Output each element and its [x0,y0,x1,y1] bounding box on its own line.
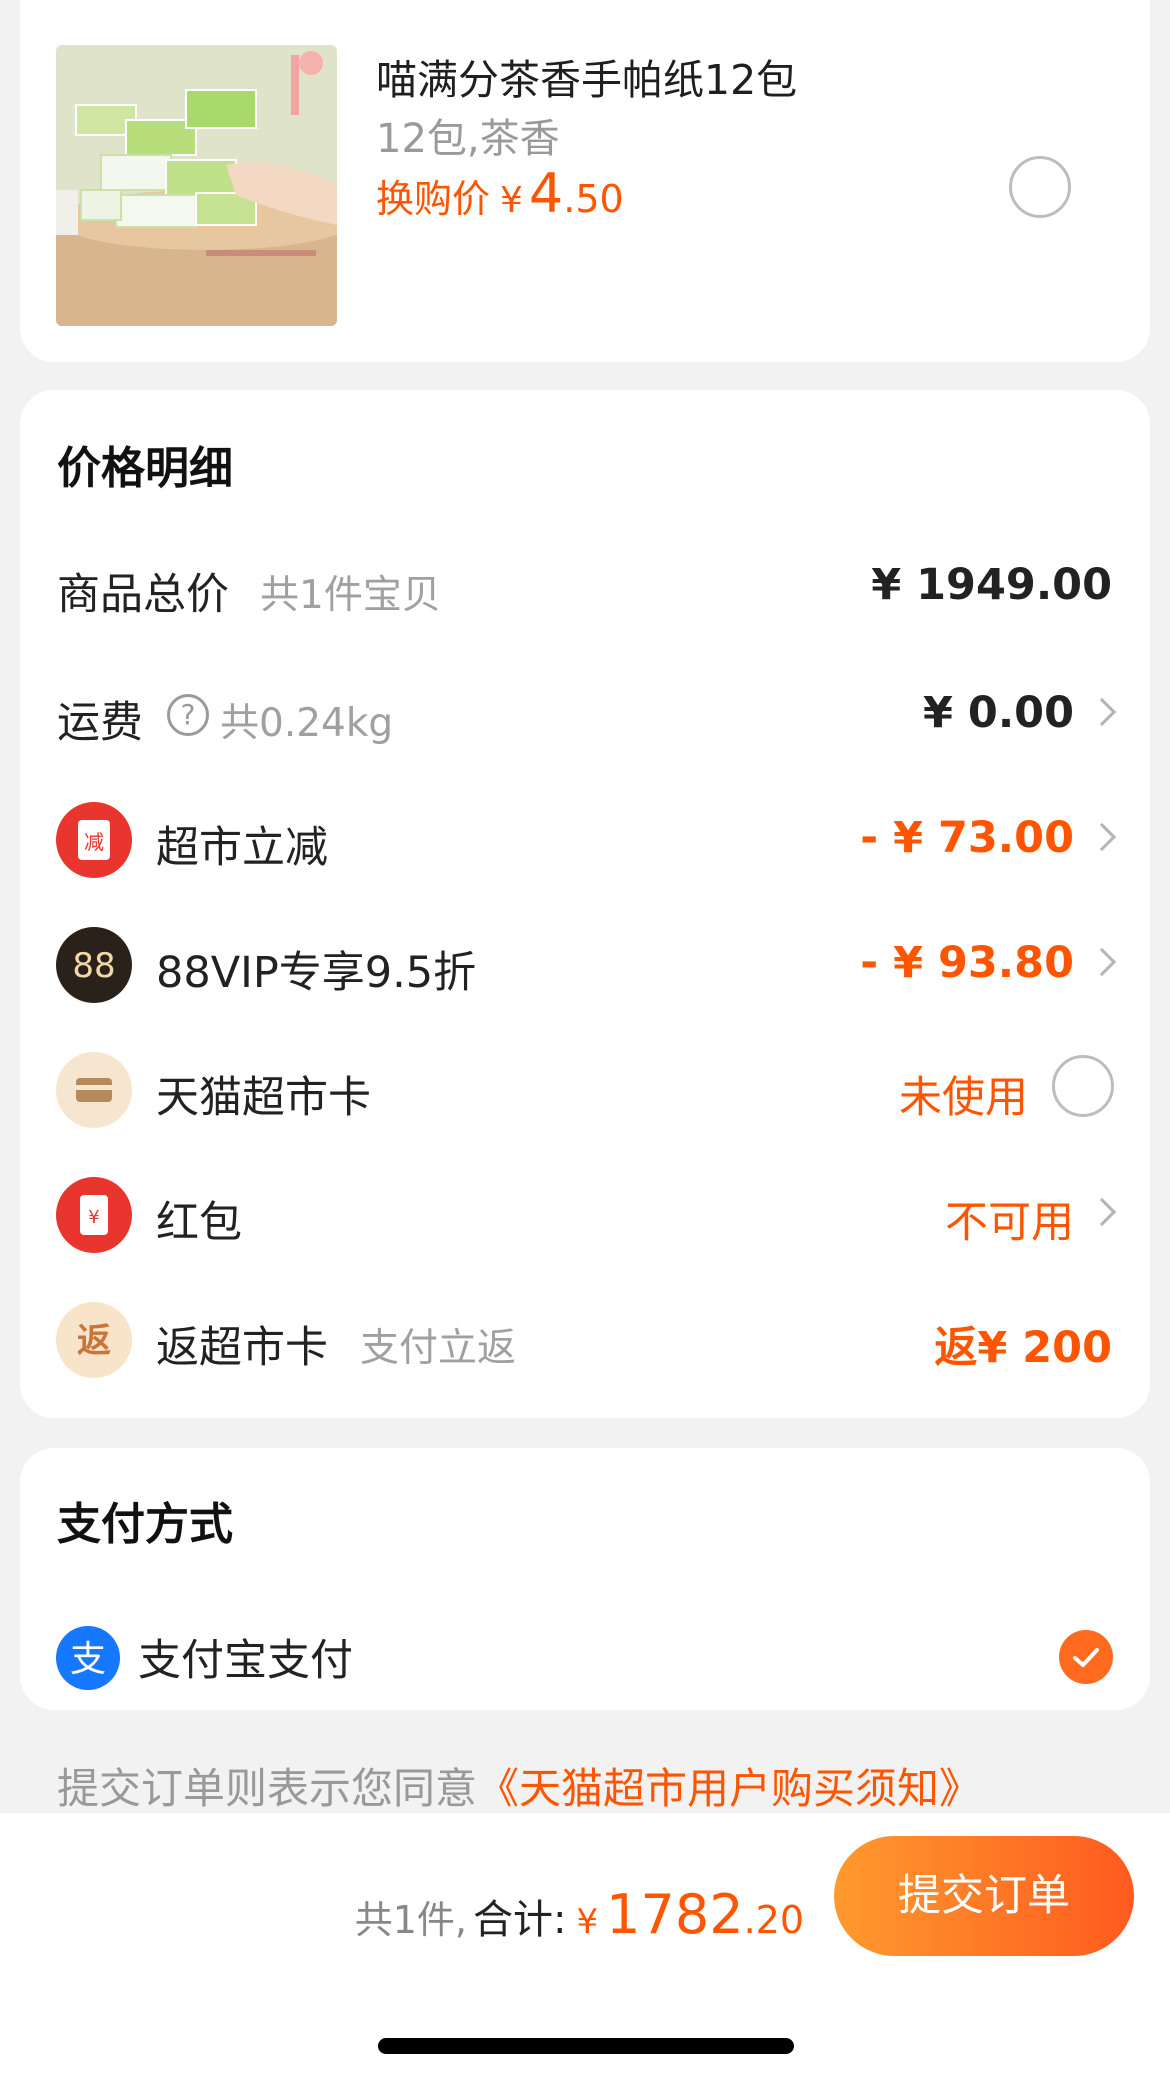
supermarket-card-status: 未使用 [899,1073,1028,1123]
rebate-icon: 返 [56,1302,132,1378]
svg-text:88: 88 [72,946,115,986]
supermarket-discount-row[interactable]: 减 超市立减 - ¥ 73.00 [20,795,1150,885]
chevron-right-icon[interactable] [1087,822,1117,852]
svg-text:返: 返 [77,1321,111,1361]
svg-text:减: 减 [84,830,104,854]
rebate-label: 返超市卡 [156,1323,328,1373]
product-image[interactable] [56,45,337,326]
discount-icon: 减 [56,802,132,878]
price-decimal: .50 [563,177,624,221]
price-integer: 4 [528,162,564,225]
checkmark-icon[interactable] [1059,1630,1113,1684]
agreement-prefix: 提交订单则表示您同意 [57,1764,478,1813]
shipping-label: 运费 [57,698,143,748]
alipay-label[interactable]: 支付宝支付 [138,1626,353,1688]
product-select-radio[interactable] [1009,156,1071,218]
currency-symbol: ¥ [576,1902,599,1942]
vip-discount-row[interactable]: 88 88VIP专享9.5折 - ¥ 93.80 [20,920,1150,1010]
rebate-row: 返 返超市卡 支付立返 返¥ 200 [20,1295,1150,1385]
subtotal-value: ¥ 1949.00 [871,560,1112,610]
88vip-icon: 88 [56,927,132,1003]
supermarket-discount-value: - ¥ 73.00 [860,813,1074,863]
price-detail-card: 价格明细 商品总价 共1件宝贝 ¥ 1949.00 运费 ? 共0.24kg ¥… [20,390,1150,1418]
subtotal-row: 商品总价 共1件宝贝 ¥ 1949.00 [20,542,1150,632]
shipping-row[interactable]: 运费 ? 共0.24kg ¥ 0.00 [20,670,1150,760]
product-spec: 12包,茶香 [376,116,560,162]
chevron-right-icon[interactable] [1087,697,1117,727]
alipay-icon: 支 [56,1626,120,1690]
order-confirm-page: 喵满分茶香手帕纸12包 12包,茶香 换购价 ¥ 4 .50 价格明细 商品总价… [0,0,1170,2077]
agreement-text: 提交订单则表示您同意《天猫超市用户购买须知》 [57,1755,981,1816]
supermarket-card-row[interactable]: 天猫超市卡 未使用 [20,1045,1150,1135]
total-integer: 1782 [606,1883,744,1946]
purchase-terms-link[interactable]: 《天猫超市用户购买须知》 [477,1764,981,1813]
question-circle-icon[interactable]: ? [167,694,209,736]
supermarket-card-radio[interactable] [1052,1055,1114,1117]
payment-method-card: 支付方式 支 支付宝支付 [20,1448,1150,1710]
home-indicator[interactable] [378,2038,794,2054]
item-count-note: 共1件宝贝 [260,573,441,618]
price-detail-title: 价格明细 [57,443,233,494]
shipping-weight: 共0.24kg [220,701,394,746]
order-total-summary: 共1件, 合计: ¥ 1782 .20 [355,1883,804,1946]
submit-order-button[interactable]: 提交订单 [834,1836,1134,1956]
red-packet-status: 不可用 [945,1198,1074,1248]
svg-text:¥: ¥ [88,1207,99,1228]
chevron-right-icon[interactable] [1087,1197,1117,1227]
item-count: 共1件, [354,1898,467,1942]
supermarket-discount-label: 超市立减 [156,823,328,873]
payment-method-title: 支付方式 [57,1499,233,1550]
red-packet-row[interactable]: ¥ 红包 不可用 [20,1170,1150,1260]
exchange-price: 换购价 ¥ 4 .50 [376,162,624,225]
rebate-value: 返¥ 200 [934,1323,1112,1373]
vip-discount-label: 88VIP专享9.5折 [156,948,477,998]
product-title[interactable]: 喵满分茶香手帕纸12包 [376,46,797,106]
svg-text:支: 支 [70,1639,106,1680]
vip-discount-value: - ¥ 93.80 [860,938,1074,988]
subtotal-label: 商品总价 [57,570,229,620]
shipping-value: ¥ 0.00 [923,688,1074,738]
exchange-price-label: 换购价 [376,177,491,221]
total-decimal: .20 [743,1898,804,1942]
red-packet-label: 红包 [156,1198,242,1248]
card-icon [56,1052,132,1128]
red-packet-icon: ¥ [56,1177,132,1253]
total-label: 合计: [473,1897,567,1943]
exchange-product-card[interactable]: 喵满分茶香手帕纸12包 12包,茶香 换购价 ¥ 4 .50 [20,0,1150,362]
supermarket-card-label: 天猫超市卡 [156,1073,371,1123]
rebate-note: 支付立返 [360,1326,517,1371]
currency-symbol: ¥ [500,180,523,221]
chevron-right-icon[interactable] [1087,947,1117,977]
